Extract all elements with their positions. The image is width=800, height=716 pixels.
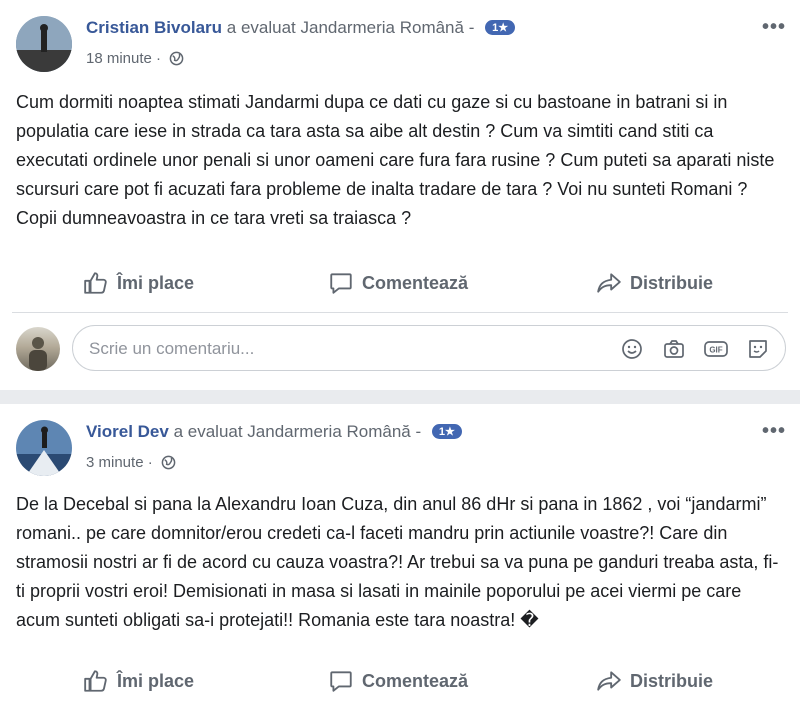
author-name[interactable]: Cristian Bivolaru: [86, 18, 222, 37]
like-label: Îmi place: [117, 272, 195, 293]
divider: [12, 312, 788, 313]
comment-label: Comentează: [362, 272, 469, 293]
like-button[interactable]: Îmi place: [83, 270, 194, 296]
comment-button[interactable]: Comentează: [328, 270, 468, 296]
share-arrow-icon: [597, 671, 621, 691]
post-header: Cristian Bivolaru a evaluat Jandarmeria …: [86, 18, 516, 38]
thumbs-up-icon: [84, 272, 107, 294]
like-button[interactable]: Îmi place: [83, 668, 194, 694]
comment-bubble-icon: [330, 273, 352, 294]
review-action: a evaluat Jandarmeria Română -: [226, 18, 475, 37]
post-actions: Îmi place Comentează Distribuie: [0, 662, 800, 702]
share-label: Distribuie: [630, 670, 714, 691]
rating-badge: 1★: [431, 424, 462, 439]
svg-text:GIF: GIF: [709, 346, 722, 355]
review-post-1: Cristian Bivolaru a evaluat Jandarmeria …: [0, 0, 800, 390]
timestamp[interactable]: 3 minute: [86, 454, 144, 471]
timestamp[interactable]: 18 minute: [86, 50, 152, 67]
globe-icon: [169, 51, 184, 70]
globe-icon: [161, 455, 176, 474]
comment-input[interactable]: Scrie un comentariu... GIF: [72, 325, 786, 371]
thumbs-up-icon: [84, 670, 107, 692]
current-user-avatar: [16, 327, 60, 371]
post-text: Cum dormiti noaptea stimati Jandarmi dup…: [16, 92, 775, 228]
post-text: De la Decebal si pana la Alexandru Ioan …: [16, 494, 779, 630]
comment-composer: Scrie un comentariu... GIF: [16, 323, 786, 373]
post-meta: 3 minute ·: [86, 454, 176, 474]
post-actions: Îmi place Comentează Distribuie: [0, 264, 800, 304]
post-meta: 18 minute ·: [86, 50, 184, 70]
review-post-2: Viorel Dev a evaluat Jandarmeria Română …: [0, 404, 800, 716]
share-label: Distribuie: [630, 272, 714, 293]
sticker-icon[interactable]: [745, 336, 771, 362]
comment-button[interactable]: Comentează: [328, 668, 468, 694]
comment-bubble-icon: [330, 671, 352, 692]
share-button[interactable]: Distribuie: [596, 270, 713, 296]
post-header: Viorel Dev a evaluat Jandarmeria Română …: [86, 422, 462, 442]
share-button[interactable]: Distribuie: [596, 668, 713, 694]
emoji-icon[interactable]: [619, 336, 645, 362]
more-options-icon[interactable]: •••: [762, 16, 786, 39]
comment-tools: GIF: [619, 336, 771, 362]
review-action: a evaluat Jandarmeria Română -: [173, 422, 422, 441]
gif-icon[interactable]: GIF: [703, 336, 729, 362]
camera-icon[interactable]: [661, 336, 687, 362]
post-separator: [0, 390, 800, 404]
comment-label: Comentează: [362, 670, 469, 691]
like-label: Îmi place: [117, 670, 195, 691]
more-options-icon[interactable]: •••: [762, 420, 786, 443]
author-name[interactable]: Viorel Dev: [86, 422, 169, 441]
comment-placeholder: Scrie un comentariu...: [89, 339, 255, 358]
rating-badge: 1★: [485, 20, 516, 35]
author-avatar[interactable]: [16, 16, 72, 72]
author-avatar[interactable]: [16, 420, 72, 476]
share-arrow-icon: [597, 273, 621, 293]
